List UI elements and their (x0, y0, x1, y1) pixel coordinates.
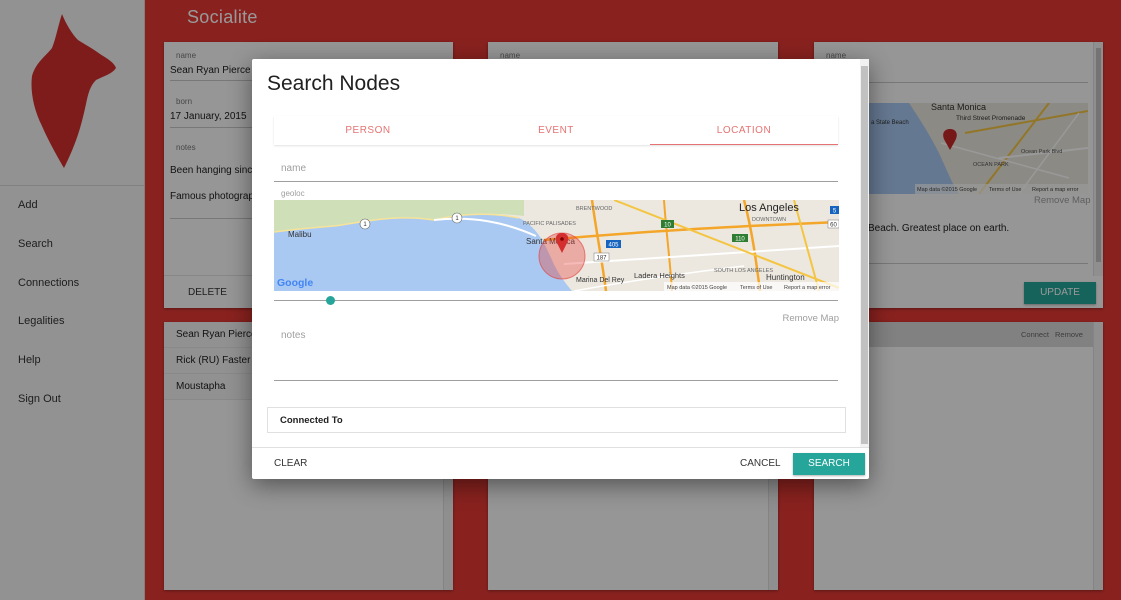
route-110-shield: 110 (735, 237, 745, 243)
map-label-downtown: DOWNTOWN (752, 217, 786, 223)
map-report-link[interactable]: Report a map error (784, 285, 831, 291)
search-nodes-dialog: Search Nodes PERSON EVENT LOCATION name … (252, 59, 869, 479)
dialog-title: Search Nodes (267, 72, 401, 95)
route-10-shield: 10 (664, 223, 671, 229)
search-button[interactable]: SEARCH (793, 453, 865, 475)
tab-event[interactable]: EVENT (462, 116, 650, 145)
svg-text:Google: Google (277, 277, 313, 289)
map-terms-link[interactable]: Terms of Use (740, 285, 772, 291)
slider-thumb[interactable] (325, 296, 335, 305)
name-field-placeholder: name (281, 163, 307, 174)
route-187-shield: 187 (596, 256, 607, 262)
dialog-scrollbar[interactable] (860, 59, 869, 447)
google-logo-icon: Google (277, 277, 313, 289)
name-field[interactable] (274, 181, 838, 182)
geoloc-label: geoloc (281, 189, 305, 198)
dialog-tabs: PERSON EVENT LOCATION (274, 116, 838, 145)
cancel-button[interactable]: CANCEL (740, 458, 781, 469)
notes-field[interactable] (274, 380, 838, 381)
route-405-shield: 405 (608, 243, 619, 249)
radius-slider[interactable] (274, 295, 838, 305)
map-label-huntington: Huntington (766, 273, 805, 282)
tab-active-indicator (650, 144, 838, 145)
connected-to-section[interactable]: Connected To (267, 407, 846, 433)
tab-location[interactable]: LOCATION (650, 116, 838, 145)
map-copyright: Map data ©2015 Google (667, 284, 727, 291)
notes-field-placeholder: notes (281, 330, 306, 341)
map-label-los-angeles: Los Angeles (739, 202, 799, 214)
dialog-actions: CLEAR CANCEL SEARCH (252, 447, 869, 479)
connected-to-label: Connected To (280, 415, 343, 426)
map-label-brentwood: BRENTWOOD (576, 206, 612, 212)
route-60-shield: 60 (830, 223, 837, 229)
map-label-malibu: Malibu (288, 230, 312, 239)
map-label-south-los-angeles: SOUTH LOS ANGELES (714, 268, 773, 274)
clear-button[interactable]: CLEAR (274, 458, 307, 469)
tab-person[interactable]: PERSON (274, 116, 462, 145)
map-label-pacific-palisades: PACIFIC PALISADES (523, 221, 576, 227)
geoloc-map[interactable]: 1 1 10 110 405 187 60 5 Malibu PACIFIC P… (274, 200, 839, 291)
map-label-marina-del-rey: Marina Del Rey (576, 277, 625, 284)
map-label-ladera-heights: Ladera Heights (634, 271, 685, 280)
dialog-scroll-thumb[interactable] (861, 66, 868, 444)
slider-track (274, 300, 838, 301)
remove-map-link[interactable]: Remove Map (783, 313, 840, 324)
